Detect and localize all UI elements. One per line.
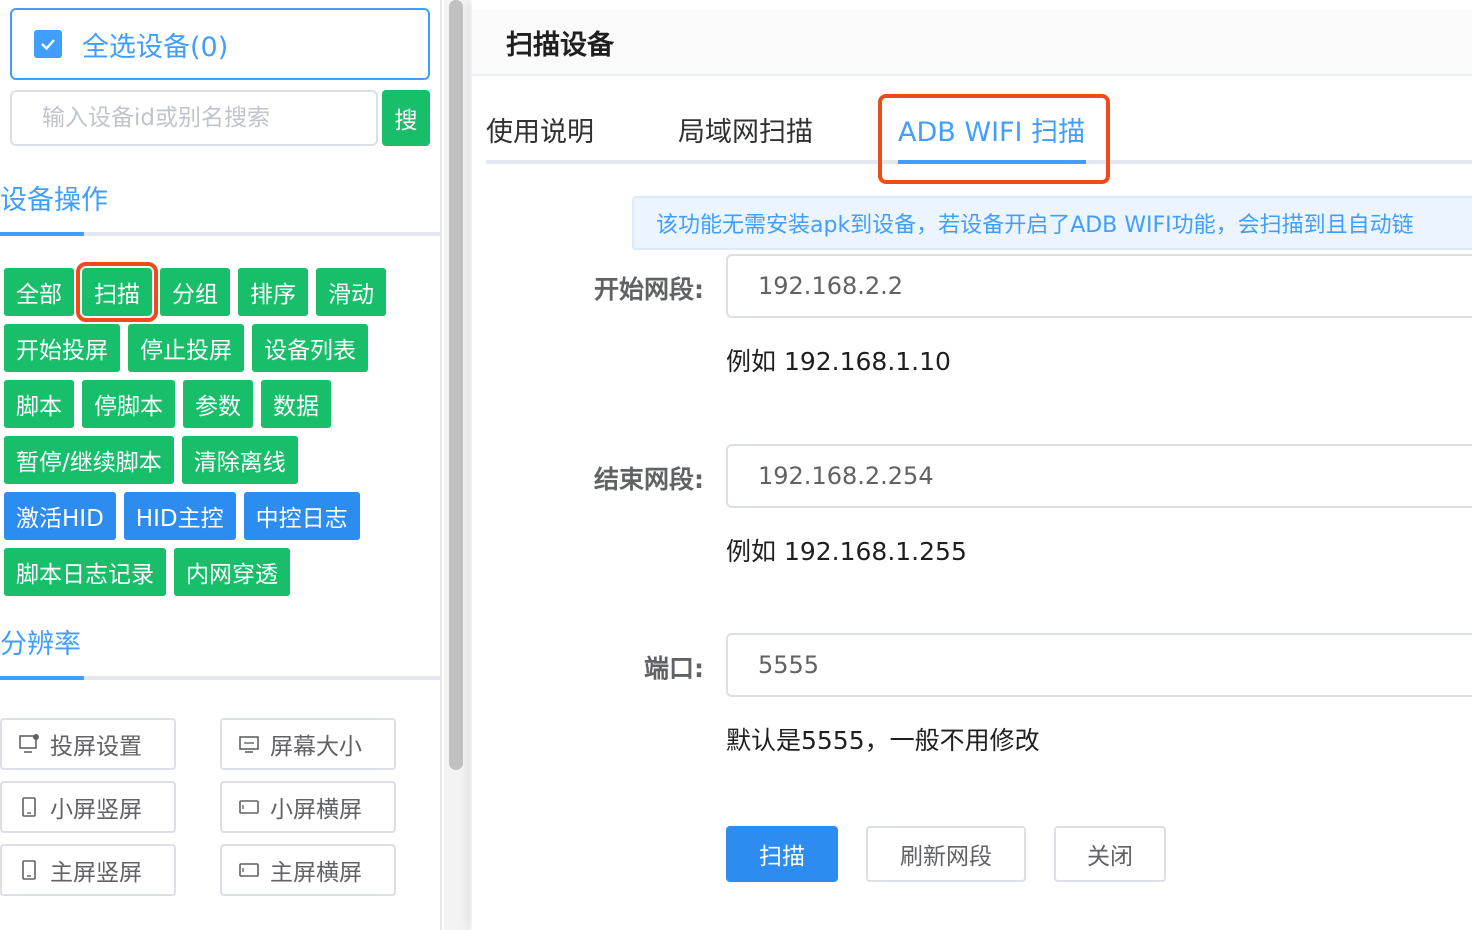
close-button[interactable]: 关闭	[1054, 826, 1166, 882]
resolution-button[interactable]: 小屏横屏	[220, 781, 396, 833]
resolution-divider	[0, 676, 440, 680]
resolution-title: 分辨率	[0, 629, 81, 660]
resolution-button[interactable]: 屏幕大小	[220, 718, 396, 770]
dialog-header: 扫描设备	[472, 10, 1472, 76]
op-button[interactable]: 清除离线	[181, 436, 298, 484]
scan-button[interactable]: 扫描	[726, 826, 838, 882]
ops-row: 暂停/继续脚本 清除离线	[4, 436, 434, 484]
port-label: 端口:	[644, 654, 704, 683]
refresh-segment-button[interactable]: 刷新网段	[866, 826, 1026, 882]
portrait-icon	[18, 859, 40, 881]
device-ops-grid: 全部 扫描 分组 排序 滑动 开始投屏 停止投屏 设备列表 脚本 停脚本 参数 数据 暂停/继续脚本 清除…	[4, 262, 434, 604]
scrollbar-thumb[interactable]	[449, 0, 463, 770]
op-button[interactable]: 数据	[261, 380, 331, 428]
info-alert: 该功能无需安装apk到设备，若设备开启了ADB WIFI功能，会扫描到且自动链	[632, 196, 1472, 250]
checkbox-checked-icon	[34, 30, 62, 58]
op-button[interactable]: 激活HID	[4, 492, 116, 540]
resolution-button-label: 主屏横屏	[270, 860, 362, 886]
resolution-button-label: 小屏横屏	[270, 797, 362, 823]
end-segment-hint: 例如 192.168.1.255	[726, 537, 967, 566]
op-button[interactable]: 设备列表	[252, 324, 368, 372]
port-input[interactable]	[726, 633, 1472, 697]
device-search-input[interactable]	[10, 90, 378, 146]
tab-highlight-box	[878, 94, 1110, 184]
op-button[interactable]: 中控日志	[243, 492, 360, 540]
op-button[interactable]: 停止投屏	[128, 324, 244, 372]
op-button[interactable]: 参数	[183, 380, 253, 428]
ops-row: 全部 扫描 分组 排序 滑动	[4, 262, 434, 322]
resolution-button[interactable]: 投屏设置	[0, 718, 176, 770]
op-button[interactable]: 开始投屏	[4, 324, 120, 372]
select-all-checkbox[interactable]: 全选设备(0)	[10, 8, 430, 80]
port-hint: 默认是5555，一般不用修改	[726, 726, 1040, 755]
ops-row: 激活HID HID主控 中控日志	[4, 492, 434, 540]
ops-row: 脚本日志记录 内网穿透	[4, 548, 434, 596]
op-button[interactable]: 排序	[238, 268, 308, 316]
landscape-icon	[238, 796, 260, 818]
dialog-title: 扫描设备	[506, 29, 614, 61]
device-ops-title: 设备操作	[0, 185, 108, 216]
resolution-button-label: 小屏竖屏	[50, 797, 142, 823]
op-button[interactable]: 分组	[160, 268, 230, 316]
resolution-button[interactable]: 主屏横屏	[220, 844, 396, 896]
resolution-button[interactable]: 主屏竖屏	[0, 844, 176, 896]
portrait-icon	[18, 796, 40, 818]
start-segment-label: 开始网段:	[594, 275, 704, 304]
op-button[interactable]: 扫描	[76, 262, 158, 322]
op-button[interactable]: 停脚本	[82, 380, 175, 428]
op-button[interactable]: 滑动	[316, 268, 386, 316]
search-button[interactable]: 搜	[382, 90, 430, 146]
screen-size-icon	[238, 733, 260, 755]
resolution-button-label: 主屏竖屏	[50, 860, 142, 886]
sidebar: 全选设备(0) 搜 设备操作 全部扫描分组排序滑动开始投屏停止投屏设备列表脚本停…	[0, 0, 442, 930]
resolution-button-label: 投屏设置	[50, 734, 142, 760]
end-segment-label: 结束网段:	[594, 465, 704, 494]
op-button[interactable]: 暂停/继续脚本	[4, 436, 174, 484]
select-all-label: 全选设备(0)	[82, 31, 229, 63]
start-segment-hint: 例如 192.168.1.10	[726, 347, 951, 376]
end-segment-input[interactable]	[726, 444, 1472, 508]
monitor-settings-icon	[18, 733, 40, 755]
ops-row: 开始投屏 停止投屏 设备列表	[4, 324, 434, 372]
resolution-button[interactable]: 小屏竖屏	[0, 781, 176, 833]
tab-lan-scan[interactable]: 局域网扫描	[678, 110, 813, 149]
op-button[interactable]: 内网穿透	[174, 548, 290, 596]
op-button[interactable]: 脚本日志记录	[4, 548, 166, 596]
tab-instructions[interactable]: 使用说明	[486, 110, 594, 149]
device-ops-divider	[0, 232, 440, 236]
start-segment-input[interactable]	[726, 254, 1472, 318]
landscape-icon	[238, 859, 260, 881]
resolution-button-label: 屏幕大小	[270, 734, 362, 760]
op-button[interactable]: 全部	[4, 268, 74, 316]
op-button[interactable]: HID主控	[123, 492, 236, 540]
ops-row: 脚本 停脚本 参数 数据	[4, 380, 434, 428]
op-button[interactable]: 脚本	[4, 380, 74, 428]
scan-device-dialog: 扫描设备 使用说明 局域网扫描 ADB WIFI 扫描 该功能无需安装apk到设…	[472, 0, 1472, 930]
